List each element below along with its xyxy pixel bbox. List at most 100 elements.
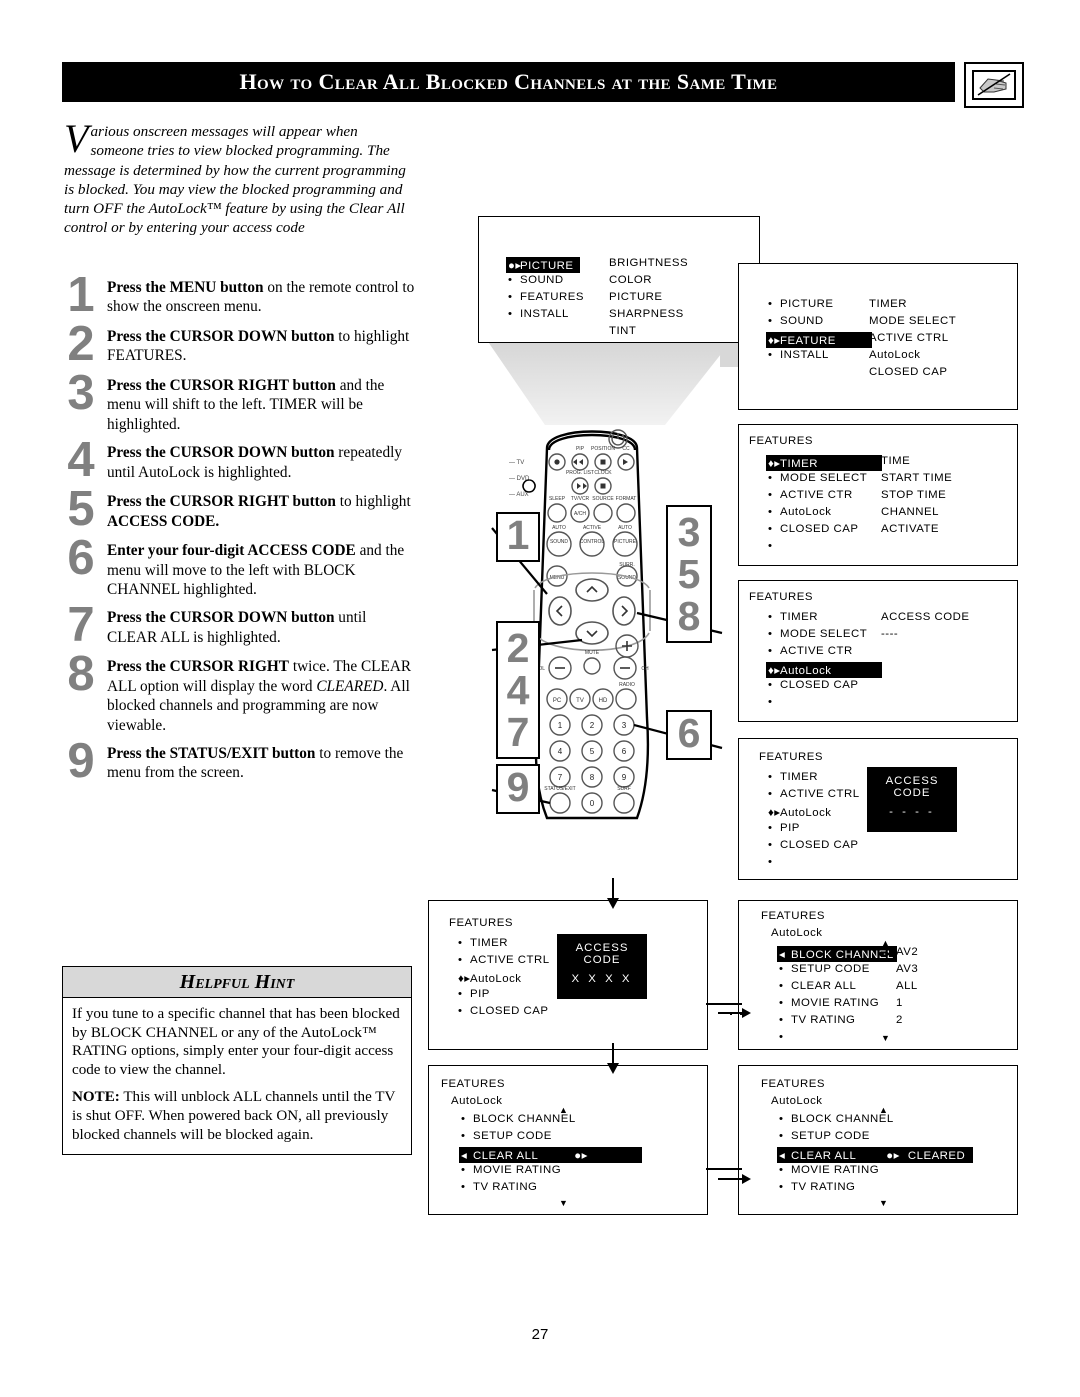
osd-submenu-item[interactable]: PICTURE bbox=[609, 291, 663, 303]
osd-submenu-item[interactable]: BRIGHTNESS bbox=[609, 257, 688, 269]
osd-row[interactable]: • AutoLock bbox=[768, 506, 832, 518]
osd-row[interactable]: • INSTALL bbox=[768, 349, 829, 361]
osd-row[interactable]: • FEATURES bbox=[508, 291, 584, 303]
osd-row[interactable]: • MODE SELECT bbox=[768, 628, 867, 640]
osd-row[interactable]: • MOVIE RATING bbox=[779, 997, 879, 1009]
svg-text:CH: CH bbox=[641, 666, 649, 672]
osd-submenu-item[interactable]: TIME bbox=[881, 455, 910, 467]
osd-subtitle: AutoLock bbox=[771, 927, 823, 939]
osd-row[interactable]: • TIMER bbox=[768, 771, 818, 783]
osd-row-highlighted[interactable]: ♦▸FEATURE bbox=[766, 332, 872, 348]
osd-row[interactable]: • BLOCK CHANNEL bbox=[779, 1113, 894, 1125]
osd-submenu-item[interactable]: TIMER bbox=[869, 298, 907, 310]
osd-row[interactable]: • MODE SELECT bbox=[768, 472, 867, 484]
osd-submenu-item[interactable]: AutoLock bbox=[869, 349, 921, 361]
callout-step-number: 8 bbox=[677, 593, 701, 639]
scroll-down-icon[interactable]: ▼ bbox=[559, 1199, 568, 1208]
osd-row[interactable]: • ACTIVE CTRL bbox=[768, 788, 860, 800]
osd-row[interactable]: • bbox=[779, 1031, 791, 1043]
osd-submenu-item[interactable]: ACCESS CODE bbox=[881, 611, 969, 623]
callout-step-number: 6 bbox=[677, 710, 701, 756]
step-item: 3 Press the CURSOR RIGHT button and the … bbox=[62, 369, 418, 434]
osd-value[interactable]: AV3 bbox=[896, 963, 918, 975]
osd-row[interactable]: • CLEAR ALL bbox=[779, 980, 856, 992]
osd-row[interactable]: • SOUND bbox=[768, 315, 824, 327]
bullet-icon: • bbox=[779, 1164, 784, 1176]
osd-row-highlighted[interactable]: ◂ CLEAR ALL ●▸ CLEARED bbox=[777, 1147, 973, 1163]
osd-row[interactable]: • TIMER bbox=[458, 937, 508, 949]
osd-row[interactable]: ♦▸AutoLock bbox=[458, 971, 522, 985]
connector-arrow-right bbox=[742, 1008, 751, 1018]
bullet-icon: • bbox=[768, 679, 773, 691]
osd-value[interactable]: AV2 bbox=[896, 946, 918, 958]
osd-row-highlighted[interactable]: ♦▸AutoLock bbox=[766, 662, 882, 678]
osd-submenu-item[interactable]: SHARPNESS bbox=[609, 308, 684, 320]
osd-submenu-item[interactable]: MODE SELECT bbox=[869, 315, 956, 327]
osd-row[interactable]: • bbox=[768, 856, 780, 868]
cursor-updown-icon: ♦▸ bbox=[768, 665, 781, 677]
osd-row[interactable]: • CLOSED CAP bbox=[768, 523, 858, 535]
scroll-down-icon[interactable]: ▼ bbox=[879, 1199, 888, 1208]
osd-row[interactable]: • SOUND bbox=[508, 274, 564, 286]
osd-row[interactable]: ♦▸AutoLock bbox=[768, 805, 832, 819]
osd-row[interactable]: • BLOCK CHANNEL bbox=[461, 1113, 576, 1125]
osd-row-label: BLOCK CHANNEL bbox=[791, 1113, 894, 1125]
bullet-icon: • bbox=[461, 1130, 466, 1142]
osd-submenu-item[interactable]: START TIME bbox=[881, 472, 952, 484]
osd-submenu-item[interactable]: STOP TIME bbox=[881, 489, 946, 501]
osd-row[interactable]: • SETUP CODE bbox=[779, 963, 870, 975]
osd-row[interactable]: • TV RATING bbox=[461, 1181, 537, 1193]
callout-247: 2 4 7 bbox=[496, 621, 540, 759]
osd-row[interactable]: • ACTIVE CTR bbox=[768, 645, 853, 657]
step-text-bold: Press the STATUS/EXIT button bbox=[107, 745, 316, 763]
scroll-down-icon[interactable]: ▼ bbox=[881, 1034, 890, 1043]
osd-row[interactable]: • PIP bbox=[458, 988, 490, 1000]
osd-row[interactable]: • TV RATING bbox=[779, 1014, 855, 1026]
osd-row[interactable]: • bbox=[768, 696, 780, 708]
osd-row[interactable]: • CLOSED CAP bbox=[768, 839, 858, 851]
access-code-entry-box[interactable]: ACCESS CODE - - - - bbox=[867, 767, 957, 832]
bullet-icon: • bbox=[779, 1014, 784, 1026]
svg-text:AUTO: AUTO bbox=[618, 525, 632, 531]
access-code-entry-box[interactable]: ACCESS CODE X X X X bbox=[557, 934, 647, 999]
osd-row[interactable]: • ACTIVE CTRL bbox=[458, 954, 550, 966]
osd-row-highlighted[interactable]: ♦▸TIMER bbox=[766, 455, 882, 471]
osd-value[interactable]: 1 bbox=[896, 997, 903, 1009]
callout-358: 3 5 8 bbox=[666, 505, 712, 643]
osd-row-highlighted[interactable]: ●▸PICTURE bbox=[506, 257, 580, 273]
connector-line bbox=[706, 1168, 742, 1170]
callout-step-number: 1 bbox=[506, 512, 530, 558]
osd-row[interactable]: • ACTIVE CTR bbox=[768, 489, 853, 501]
osd-submenu-item[interactable]: CHANNEL bbox=[881, 506, 939, 518]
osd-row[interactable]: • INSTALL bbox=[508, 308, 569, 320]
bullet-icon: • bbox=[768, 856, 773, 868]
osd-row-highlighted[interactable]: ◂ CLEAR ALL ●▸ bbox=[459, 1147, 642, 1163]
osd-submenu-item[interactable]: ACTIVATE bbox=[881, 523, 939, 535]
bullet-icon: • bbox=[768, 788, 773, 800]
osd-row[interactable]: • TV RATING bbox=[779, 1181, 855, 1193]
osd-row[interactable]: • CLOSED CAP bbox=[458, 1005, 548, 1017]
osd-value[interactable]: ALL bbox=[896, 980, 918, 992]
osd-row[interactable]: • SETUP CODE bbox=[779, 1130, 870, 1142]
osd-submenu-item[interactable]: CLOSED CAP bbox=[869, 366, 947, 378]
osd-row[interactable]: • PICTURE bbox=[768, 298, 834, 310]
osd-submenu-item[interactable]: COLOR bbox=[609, 274, 652, 286]
svg-text:6: 6 bbox=[622, 747, 627, 756]
osd-submenu-value[interactable]: ---- bbox=[881, 628, 898, 640]
page-number: 27 bbox=[531, 1326, 549, 1343]
svg-text:HD: HD bbox=[599, 698, 608, 704]
osd-value[interactable]: 2 bbox=[896, 1014, 903, 1026]
osd-row[interactable]: • SETUP CODE bbox=[461, 1130, 552, 1142]
step-text: Press the CURSOR RIGHT button to highlig… bbox=[107, 492, 418, 531]
osd-row[interactable]: • CLOSED CAP bbox=[768, 679, 858, 691]
bullet-icon: • bbox=[508, 291, 513, 303]
osd-row[interactable]: • PIP bbox=[768, 822, 800, 834]
osd-row[interactable]: • TIMER bbox=[768, 611, 818, 623]
osd-row[interactable]: • MOVIE RATING bbox=[461, 1164, 561, 1176]
osd-row-label: SETUP CODE bbox=[791, 963, 870, 975]
osd-row[interactable]: • MOVIE RATING bbox=[779, 1164, 879, 1176]
osd-submenu-item[interactable]: TINT bbox=[609, 325, 636, 337]
step-item: 9 Press the STATUS/EXIT button to remove… bbox=[62, 737, 418, 786]
osd-submenu-item[interactable]: ACTIVE CTRL bbox=[869, 332, 949, 344]
osd-row[interactable]: • bbox=[768, 540, 780, 552]
